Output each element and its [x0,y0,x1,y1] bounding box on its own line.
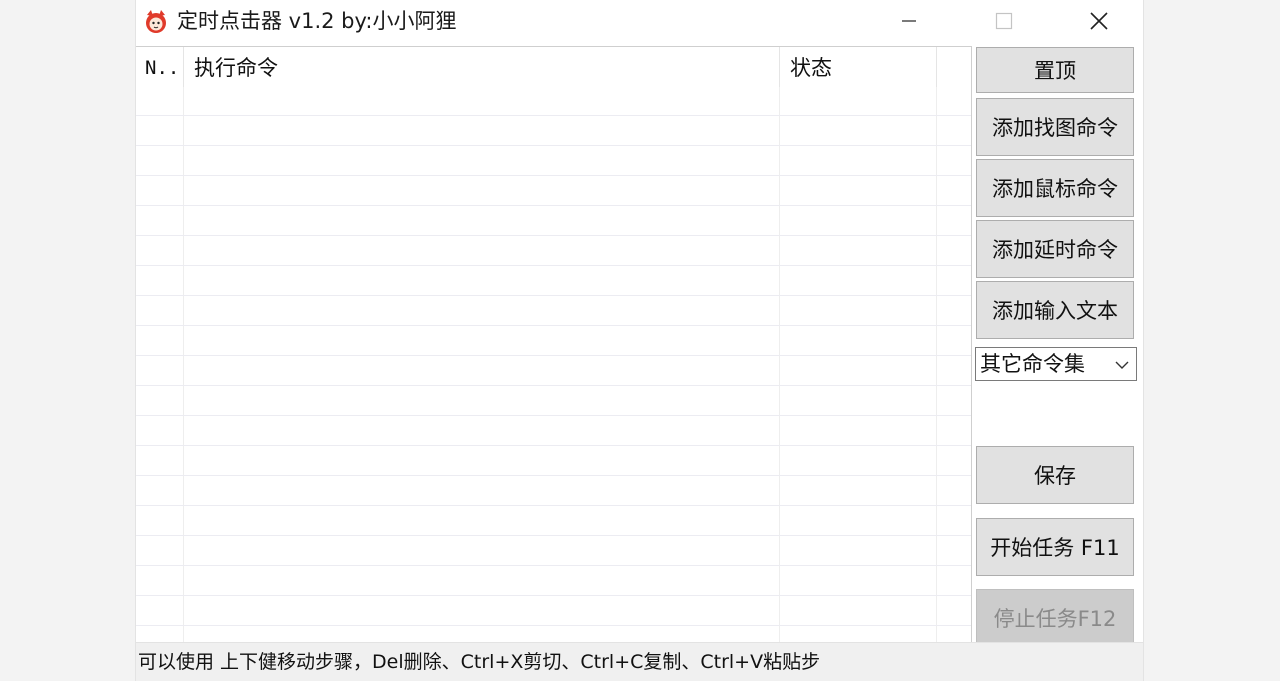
add-mouse-command-button[interactable]: 添加鼠标命令 [976,159,1134,217]
grid-row-line [136,475,971,476]
minimize-icon [902,20,916,22]
grid-row-line [136,385,971,386]
grid-row-line [136,535,971,536]
grid-row-line [136,415,971,416]
grid-row-line [136,325,971,326]
save-button[interactable]: 保存 [976,446,1134,504]
title-bar[interactable]: 定时点击器 v1.2 by:小小阿狸 [136,0,1143,44]
grid-row-line [136,595,971,596]
grid-column-line [183,87,184,642]
status-hint-text: 可以使用 上下健移动步骤，Del删除、Ctrl+X剪切、Ctrl+C复制、Ctr… [138,651,821,673]
grid-row-line [136,265,971,266]
dropdown-selected-value: 其它命令集 [980,352,1085,376]
grid-row-line [136,505,971,506]
close-button[interactable] [1076,6,1122,36]
window-title: 定时点击器 v1.2 by:小小阿狸 [177,9,457,33]
grid-column-line [936,87,937,642]
column-header-status[interactable]: 状态 [790,47,930,87]
grid-column-line [779,87,780,642]
grid-row-line [136,445,971,446]
grid-row-line [136,355,971,356]
grid-row-line [136,115,971,116]
add-delay-command-button[interactable]: 添加延时命令 [976,220,1134,278]
pin-top-button[interactable]: 置顶 [976,47,1134,93]
app-window: 定时点击器 v1.2 by:小小阿狸 N.. 执行命令 状态 置顶 添加找图命令… [135,0,1144,681]
other-commands-dropdown[interactable]: 其它命令集 [975,347,1137,381]
grid-row-line [136,205,971,206]
chevron-down-icon [1114,357,1130,371]
grid-row-line [136,625,971,626]
status-bar: 可以使用 上下健移动步骤，Del删除、Ctrl+X剪切、Ctrl+C复制、Ctr… [136,642,1143,681]
column-divider[interactable] [936,47,937,87]
column-header-number[interactable]: N.. [145,47,181,87]
column-header-command[interactable]: 执行命令 [194,47,774,87]
column-divider[interactable] [183,47,184,87]
command-list[interactable]: N.. 执行命令 状态 [136,46,972,642]
fox-mascot-icon [144,9,168,35]
grid-row-line [136,565,971,566]
maximize-icon [995,12,1013,30]
grid-row-line [136,295,971,296]
close-icon [1090,12,1108,30]
start-task-button[interactable]: 开始任务 F11 [976,518,1134,576]
add-input-text-button[interactable]: 添加输入文本 [976,281,1134,339]
grid-row-line [136,175,971,176]
add-find-image-command-button[interactable]: 添加找图命令 [976,98,1134,156]
stop-task-button: 停止任务F12 [976,589,1134,647]
grid-row-line [136,145,971,146]
minimize-button[interactable] [886,6,932,36]
column-divider[interactable] [779,47,780,87]
maximize-button[interactable] [981,6,1027,36]
grid-row-line [136,235,971,236]
list-header: N.. 执行命令 状态 [136,47,971,87]
